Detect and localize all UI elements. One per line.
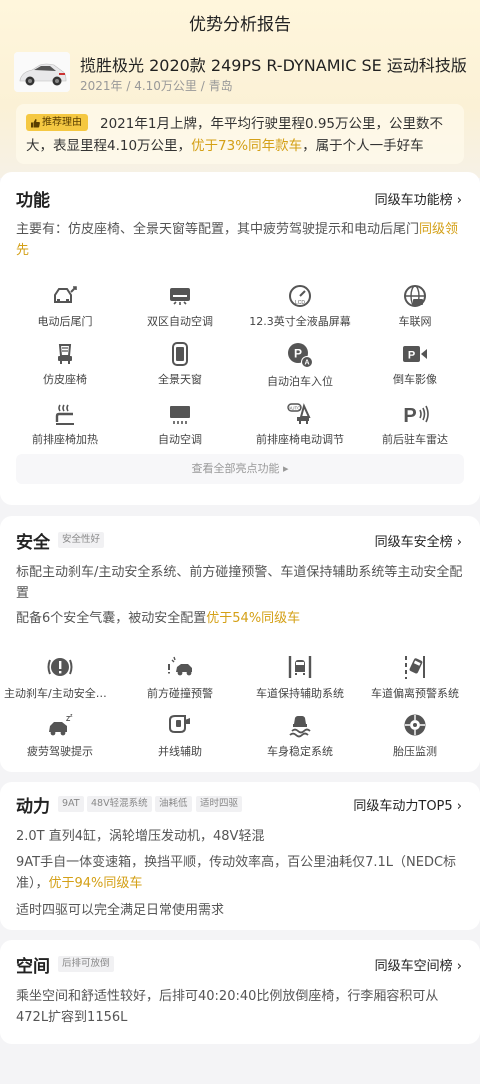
lane-keep-icon [288, 656, 312, 678]
active-brake-icon [47, 658, 73, 676]
power-card: 动力 9AT 48V轻混系统 油耗低 适时四驱 同级车动力TOP5 › 2.0T… [0, 782, 480, 930]
space-title: 空间 [16, 957, 50, 977]
car-meta: 2021年 / 4.10万公里 / 青岛 [80, 79, 233, 93]
connected-car-icon [404, 285, 426, 307]
safety-item[interactable]: 胎压监测 [355, 712, 475, 759]
svg-text:P: P [403, 405, 416, 426]
features-title: 功能 [16, 191, 50, 211]
feature-item[interactable]: 自动空调 [120, 402, 240, 447]
safety-airbag-summary: 配备6个安全气囊，被动安全配置优于54%同级车 [16, 611, 301, 626]
car-thumbnail[interactable] [14, 52, 70, 92]
power-seat-icon: AUTO [287, 403, 311, 424]
space-tag: 后排可放倒 [58, 956, 114, 972]
power-title: 动力 [16, 797, 50, 817]
recommend-text: 2021年1月上牌，年平均行驶里程0.95万公里，公里数不大，表显里程4.10万… [26, 116, 444, 154]
feature-item[interactable]: 仿皮座椅 [5, 342, 125, 387]
safety-item[interactable]: 车道保持辅助系统 [240, 654, 360, 701]
leather-seat-icon [58, 344, 72, 364]
safety-item[interactable]: 车身稳定系统 [240, 712, 360, 759]
feature-item[interactable]: AUTO 前排座椅电动调节 [240, 402, 360, 447]
power-rank-link[interactable]: 同级车动力TOP5 › [353, 795, 462, 814]
power-engine: 2.0T 直列4缸，涡轮增压发动机，48V轻混 [16, 829, 265, 844]
svg-text:LCD: LCD [295, 300, 305, 306]
blind-spot-icon [169, 715, 190, 733]
collision-warning-icon [168, 656, 192, 676]
report-header: 优势分析报告 揽胜极光 2020款 249PS R-DYNAMIC SE 运动科… [0, 0, 480, 178]
safety-card: 安全 安全性好 同级车安全榜 › 标配主动刹车/主动安全系统、前方碰撞预警、车道… [0, 516, 480, 772]
features-summary: 主要有：仿皮座椅、全景天窗等配置，其中疲劳驾驶提示和电动后尾门同级领先 [16, 222, 459, 258]
safety-item[interactable]: 车道偏离预警系统 [355, 654, 475, 701]
power-transmission: 9AT手自一体变速箱，换挡平顺，传动效率高，百公里油耗仅7.1L（NEDC标准）… [16, 855, 457, 891]
recommend-reason: 推荐理由 2021年1月上牌，年平均行驶里程0.95万公里，公里数不大，表显里程… [16, 104, 464, 164]
space-summary: 乘坐空间和舒适性较好，后排可40:20:40比例放倒座椅，行李厢容积可从472L… [16, 989, 439, 1025]
stability-control-icon [289, 716, 311, 738]
svg-text:P: P [294, 347, 302, 361]
power-tag: 油耗低 [155, 796, 192, 812]
lcd-dashboard-icon: LCD [289, 285, 311, 307]
svg-text:z: z [70, 713, 73, 719]
feature-item[interactable]: 电动后尾门 [5, 284, 125, 329]
safety-item[interactable]: 并线辅助 [120, 712, 240, 759]
car-name: 揽胜极光 2020款 249PS R-DYNAMIC SE 运动科技版 [80, 56, 467, 75]
feature-item[interactable]: P 前后驻车雷达 [355, 402, 475, 447]
lane-departure-icon [405, 656, 425, 679]
view-all-features-button[interactable]: 查看全部亮点功能 ▸ [16, 454, 464, 484]
svg-text:A: A [304, 360, 309, 367]
page-title: 优势分析报告 [189, 15, 291, 35]
feature-item[interactable]: 双区自动空调 [120, 284, 240, 329]
features-card: 功能 同级车功能榜 › 主要有：仿皮座椅、全景天窗等配置，其中疲劳驾驶提示和电动… [0, 172, 480, 505]
auto-parking-icon: PA [288, 343, 313, 368]
parking-radar-icon: P [403, 405, 429, 426]
safety-item[interactable]: 主动刹车/主动安全系统 [0, 654, 120, 701]
panoramic-sunroof-icon [172, 342, 188, 366]
feature-item[interactable]: 前排座椅加热 [5, 402, 125, 447]
svg-text:AUTO: AUTO [288, 406, 301, 411]
auto-ac-icon [170, 406, 190, 424]
power-tailgate-icon [54, 286, 77, 303]
reverse-camera-icon: P [403, 346, 427, 362]
tire-pressure-icon [404, 714, 426, 736]
seat-heating-icon [55, 404, 74, 425]
safety-item[interactable]: Zz 疲劳驾驶提示 [0, 712, 120, 759]
space-card: 空间 后排可放倒 同级车空间榜 › 乘坐空间和舒适性较好，后排可40:20:40… [0, 940, 480, 1044]
feature-item[interactable]: P 倒车影像 [355, 342, 475, 387]
features-rank-link[interactable]: 同级车功能榜 › [375, 189, 462, 208]
safety-title: 安全 [16, 533, 50, 553]
safety-tag: 安全性好 [58, 532, 105, 548]
feature-item[interactable]: 车联网 [355, 284, 475, 329]
safety-rank-link[interactable]: 同级车安全榜 › [375, 531, 462, 550]
power-drivetrain: 适时四驱可以完全满足日常使用需求 [16, 903, 225, 918]
space-rank-link[interactable]: 同级车空间榜 › [375, 955, 462, 974]
power-tag: 适时四驱 [196, 796, 243, 812]
fatigue-alert-icon: Zz [49, 713, 73, 736]
safety-summary: 标配主动刹车/主动安全系统、前方碰撞预警、车道保持辅助系统等主动安全配置 [16, 565, 463, 601]
feature-item[interactable]: 全景天窗 [120, 342, 240, 387]
power-tag: 9AT [58, 796, 84, 812]
svg-text:P: P [408, 350, 415, 362]
dual-zone-ac-icon [170, 288, 190, 305]
safety-item[interactable]: 前方碰撞预警 [120, 654, 240, 701]
feature-item[interactable]: LCD 12.3英寸全液晶屏幕 [240, 284, 360, 329]
feature-item[interactable]: PA 自动泊车入位 [240, 342, 360, 389]
power-tag: 48V轻混系统 [87, 796, 152, 812]
